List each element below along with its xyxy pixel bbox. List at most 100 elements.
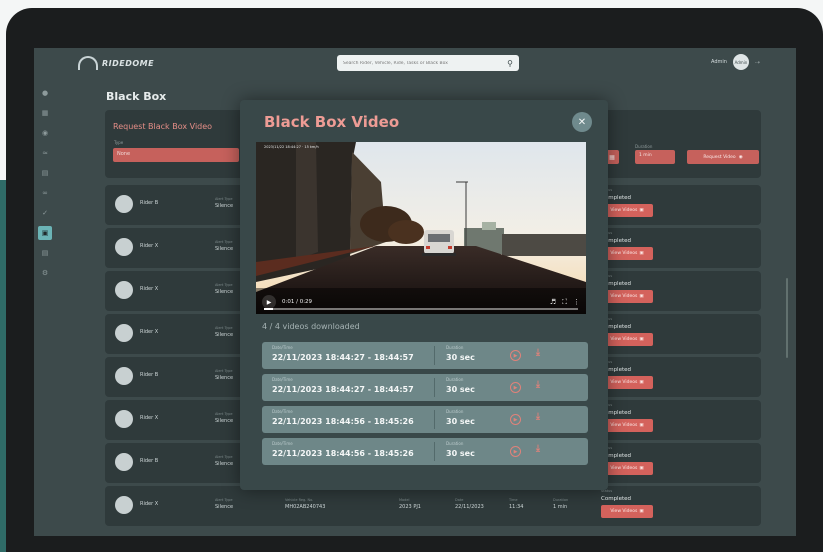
alert-type-label: Alert Type — [215, 326, 233, 330]
rider-name: Rider X — [140, 243, 159, 249]
view-videos-button[interactable]: View Videos ▣ — [601, 419, 653, 432]
more-options-icon[interactable]: ⋮ — [573, 298, 580, 306]
view-videos-label: View Videos — [610, 251, 638, 256]
view-videos-label: View Videos — [610, 294, 638, 299]
view-videos-label: View Videos — [610, 466, 638, 471]
sidebar: ● ▦ ◉ ≈ ▤ ∞ ✓ ▣ ▤ ⚙ — [38, 86, 54, 286]
clip-row[interactable]: Date/Time 22/11/2023 18:44:27 - 18:44:57… — [262, 342, 588, 369]
app-logo[interactable]: RIDEDOME — [78, 54, 158, 72]
clip-duration: 30 sec — [446, 385, 475, 394]
page-title: Black Box — [106, 90, 167, 103]
alert-type: Silence — [215, 332, 234, 338]
sidebar-item-check-icon[interactable]: ✓ — [38, 206, 52, 220]
video-progress-bar[interactable] — [264, 308, 578, 310]
avatar[interactable]: Admin — [732, 54, 749, 70]
video-icon: ▣ — [639, 509, 644, 514]
top-bar: RIDEDOME ⚲ Admin Admin ⇢ — [34, 48, 796, 78]
divider — [434, 346, 435, 365]
sidebar-item-route-icon[interactable]: ≈ — [38, 146, 52, 160]
sidebar-item-vehicle-icon[interactable]: ∞ — [38, 186, 52, 200]
clip-duration: 30 sec — [446, 353, 475, 362]
request-video-label: Request Video — [703, 154, 736, 160]
video-controls: ▶ 0:01 / 0:29 ♬ ⛶ ⋮ — [256, 290, 586, 314]
vehicle-model: 2023 PJ1 — [399, 504, 421, 510]
alert-type-label: Alert Type — [215, 240, 233, 244]
datetime-label: Date/Time — [272, 441, 293, 446]
sidebar-item-camera-icon[interactable]: ◉ — [38, 126, 52, 140]
avatar — [115, 410, 133, 428]
logout-icon[interactable]: ⇢ — [755, 59, 760, 66]
list-item[interactable]: Rider X Alert Type Silence Vehicle Reg. … — [105, 486, 761, 526]
close-icon[interactable]: ✕ — [572, 112, 592, 132]
download-icon[interactable]: ⤓ — [536, 380, 540, 390]
download-icon[interactable]: ⤓ — [536, 444, 540, 454]
view-videos-label: View Videos — [610, 208, 638, 213]
clip-row[interactable]: Date/Time 22/11/2023 18:44:56 - 18:45:26… — [262, 406, 588, 433]
view-videos-button[interactable]: View Videos ▣ — [601, 376, 653, 389]
avatar — [115, 281, 133, 299]
play-icon[interactable]: ▶ — [262, 295, 276, 309]
clip-row[interactable]: Date/Time 22/11/2023 18:44:56 - 18:45:26… — [262, 438, 588, 465]
logo-text: RIDEDOME — [102, 58, 155, 68]
request-video-button[interactable]: Request Video ◉ — [687, 150, 759, 164]
video-player[interactable]: 2023/11/22 18:44:27 · 15 km/h ▶ 0:01 / 0… — [256, 142, 586, 314]
app-screen: RIDEDOME ⚲ Admin Admin ⇢ ● ▦ ◉ ≈ ▤ ∞ ✓ ▣… — [34, 48, 796, 536]
clip-datetime: 22/11/2023 18:44:56 - 18:45:26 — [272, 449, 414, 458]
fullscreen-icon[interactable]: ⛶ — [562, 298, 567, 307]
time-display: 0:01 / 0:29 — [282, 299, 313, 305]
vehicle-reg: MH02AB240743 — [285, 504, 326, 510]
rider-name: Rider B — [140, 200, 159, 206]
clip-row[interactable]: Date/Time 22/11/2023 18:44:27 - 18:44:57… — [262, 374, 588, 401]
alert-type: Silence — [215, 504, 234, 510]
play-clip-icon[interactable]: ▶ — [510, 414, 521, 425]
play-clip-icon[interactable]: ▶ — [510, 446, 521, 457]
volume-icon[interactable]: ♬ — [550, 298, 556, 306]
view-videos-button[interactable]: View Videos ▣ — [601, 462, 653, 475]
duration-label: Duration — [446, 441, 464, 446]
video-timestamp: 2023/11/22 18:44:27 · 15 km/h — [264, 145, 319, 149]
play-clip-icon[interactable]: ▶ — [510, 350, 521, 361]
video-frame — [256, 142, 586, 314]
search-bar[interactable]: ⚲ — [337, 55, 519, 71]
sidebar-item-report-icon[interactable]: ▤ — [38, 166, 52, 180]
view-videos-button[interactable]: View Videos ▣ — [601, 204, 653, 217]
avatar — [115, 195, 133, 213]
vehicle-label: Vehicle Reg. No. — [285, 498, 314, 502]
download-icon[interactable]: ⤓ — [536, 412, 540, 422]
alert-time: 11:34 — [509, 504, 524, 510]
download-status: 4 / 4 videos downloaded — [262, 322, 360, 331]
view-videos-button[interactable]: View Videos ▣ — [601, 247, 653, 260]
modal-title: Black Box Video — [264, 113, 400, 131]
datetime-label: Date/Time — [272, 409, 293, 414]
view-videos-button[interactable]: View Videos ▣ — [601, 290, 653, 303]
rider-name: Rider X — [140, 286, 159, 292]
video-icon: ▣ — [639, 423, 644, 428]
sidebar-item-dashboard-icon[interactable]: ● — [38, 86, 52, 100]
sidebar-item-grid-icon[interactable]: ▦ — [38, 106, 52, 120]
time-label: Time — [509, 498, 518, 502]
datetime-label: Date/Time — [272, 377, 293, 382]
view-videos-button[interactable]: View Videos ▣ — [601, 505, 653, 518]
video-icon: ▣ — [639, 294, 644, 299]
alert-date: 22/11/2023 — [455, 504, 484, 510]
sidebar-item-settings-icon[interactable]: ⚙ — [38, 266, 52, 280]
alert-type-label: Alert Type — [215, 369, 233, 373]
avatar — [115, 324, 133, 342]
play-clip-icon[interactable]: ▶ — [510, 382, 521, 393]
duration-select[interactable]: 1 min — [635, 150, 675, 164]
search-icon[interactable]: ⚲ — [507, 59, 513, 68]
alert-type: Silence — [215, 246, 234, 252]
clip-duration: 30 sec — [446, 449, 475, 458]
duration-label: Duration — [446, 345, 464, 350]
sidebar-item-document-icon[interactable]: ▤ — [38, 246, 52, 260]
user-menu[interactable]: Admin Admin ⇢ — [711, 54, 760, 70]
download-icon[interactable]: ⤓ — [536, 348, 540, 358]
search-input[interactable] — [343, 60, 504, 66]
view-videos-button[interactable]: View Videos ▣ — [601, 333, 653, 346]
view-videos-label: View Videos — [610, 380, 638, 385]
sidebar-item-blackbox-icon[interactable]: ▣ — [38, 226, 52, 240]
scrollbar[interactable] — [786, 278, 788, 358]
alert-type: Silence — [215, 461, 234, 467]
type-select[interactable]: None — [113, 148, 239, 162]
video-icon: ▣ — [639, 337, 644, 342]
